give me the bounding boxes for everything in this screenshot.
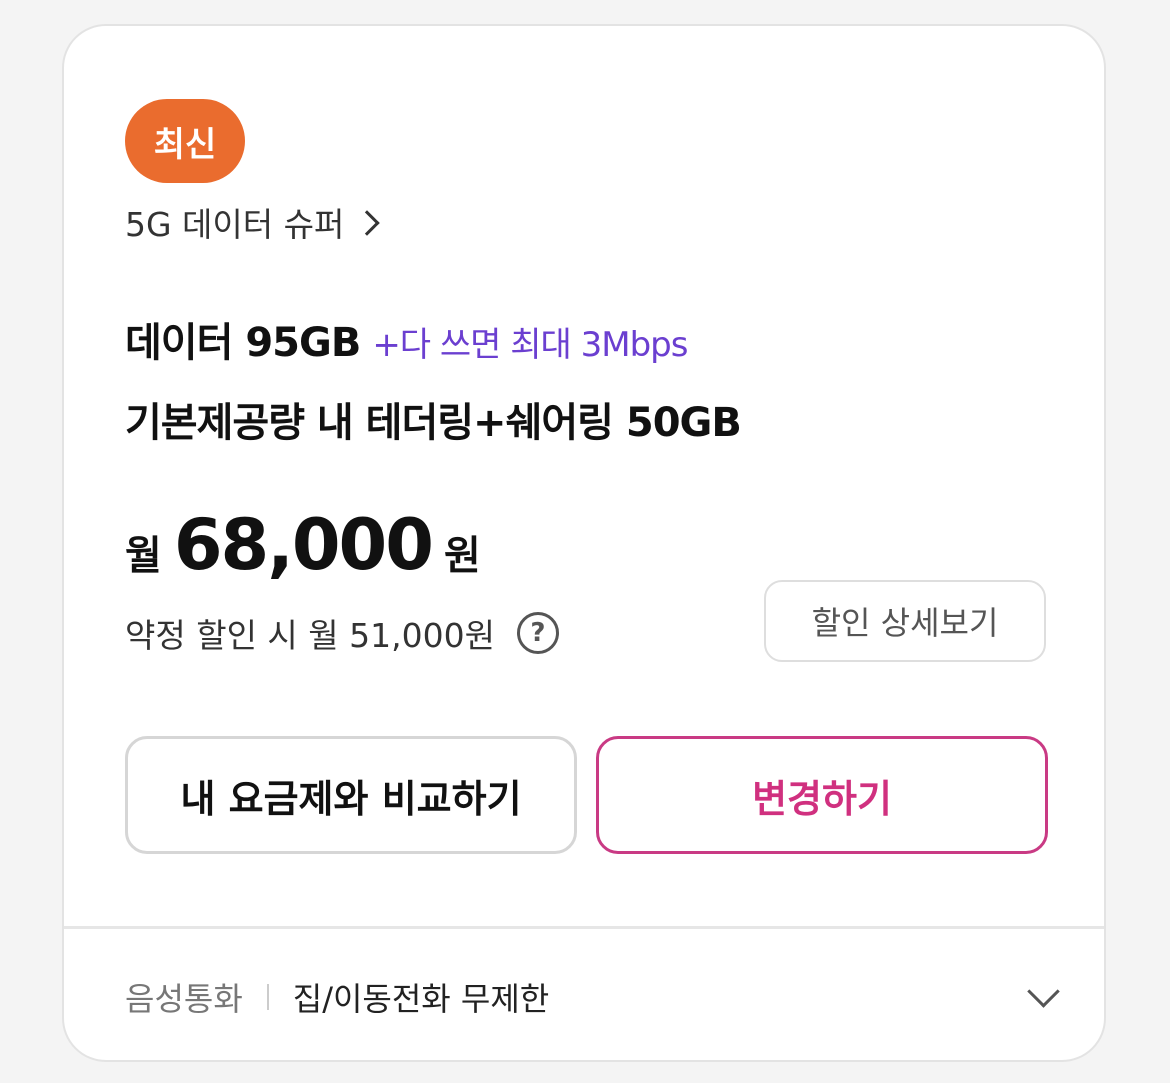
plan-name: 5G 데이터 슈퍼: [125, 205, 345, 244]
data-allowance: 데이터 95GB +다 쓰면 최대 3Mbps: [125, 310, 688, 366]
change-plan-button[interactable]: 변경하기: [596, 736, 1048, 854]
section-divider: [64, 926, 1104, 929]
discount-text: 약정 할인 시 월 51,000원: [125, 616, 495, 655]
plan-card: 최신 5G 데이터 슈퍼 데이터 95GB +다 쓰면 최대 3Mbps 기본제…: [62, 24, 1106, 1062]
change-plan-label: 변경하기: [752, 776, 892, 821]
tethering-text: 기본제공량 내 테더링+쉐어링 50GB: [125, 400, 742, 446]
latest-badge: 최신: [125, 99, 245, 183]
voice-value: 집/이동전화 무제한: [292, 980, 550, 1018]
discount-info: 약정 할인 시 월 51,000원 ?: [125, 608, 559, 658]
compare-plan-label: 내 요금제와 비교하기: [180, 776, 522, 821]
discount-detail-label: 할인 상세보기: [811, 604, 999, 642]
monthly-price: 월 68,000 원: [125, 504, 481, 586]
data-extra-text: +다 쓰면 최대 3Mbps: [372, 325, 688, 365]
compare-plan-button[interactable]: 내 요금제와 비교하기: [125, 736, 577, 854]
chevron-right-icon: [354, 210, 381, 236]
price-suffix: 원: [443, 533, 481, 579]
latest-badge-label: 최신: [153, 124, 217, 165]
price-prefix: 월: [125, 533, 162, 579]
question-circle-icon[interactable]: ?: [516, 612, 559, 654]
price-amount: 68,000: [173, 504, 434, 586]
plan-name-link[interactable]: 5G 데이터 슈퍼: [125, 200, 381, 244]
voice-label: 음성통화: [125, 980, 243, 1018]
data-main-text: 데이터 95GB: [125, 320, 361, 366]
chevron-down-icon[interactable]: [1027, 975, 1060, 1008]
voice-separator: [266, 984, 269, 1010]
discount-detail-button[interactable]: 할인 상세보기: [764, 580, 1046, 662]
voice-call-row[interactable]: 음성통화 집/이동전화 무제한: [125, 972, 1060, 1022]
